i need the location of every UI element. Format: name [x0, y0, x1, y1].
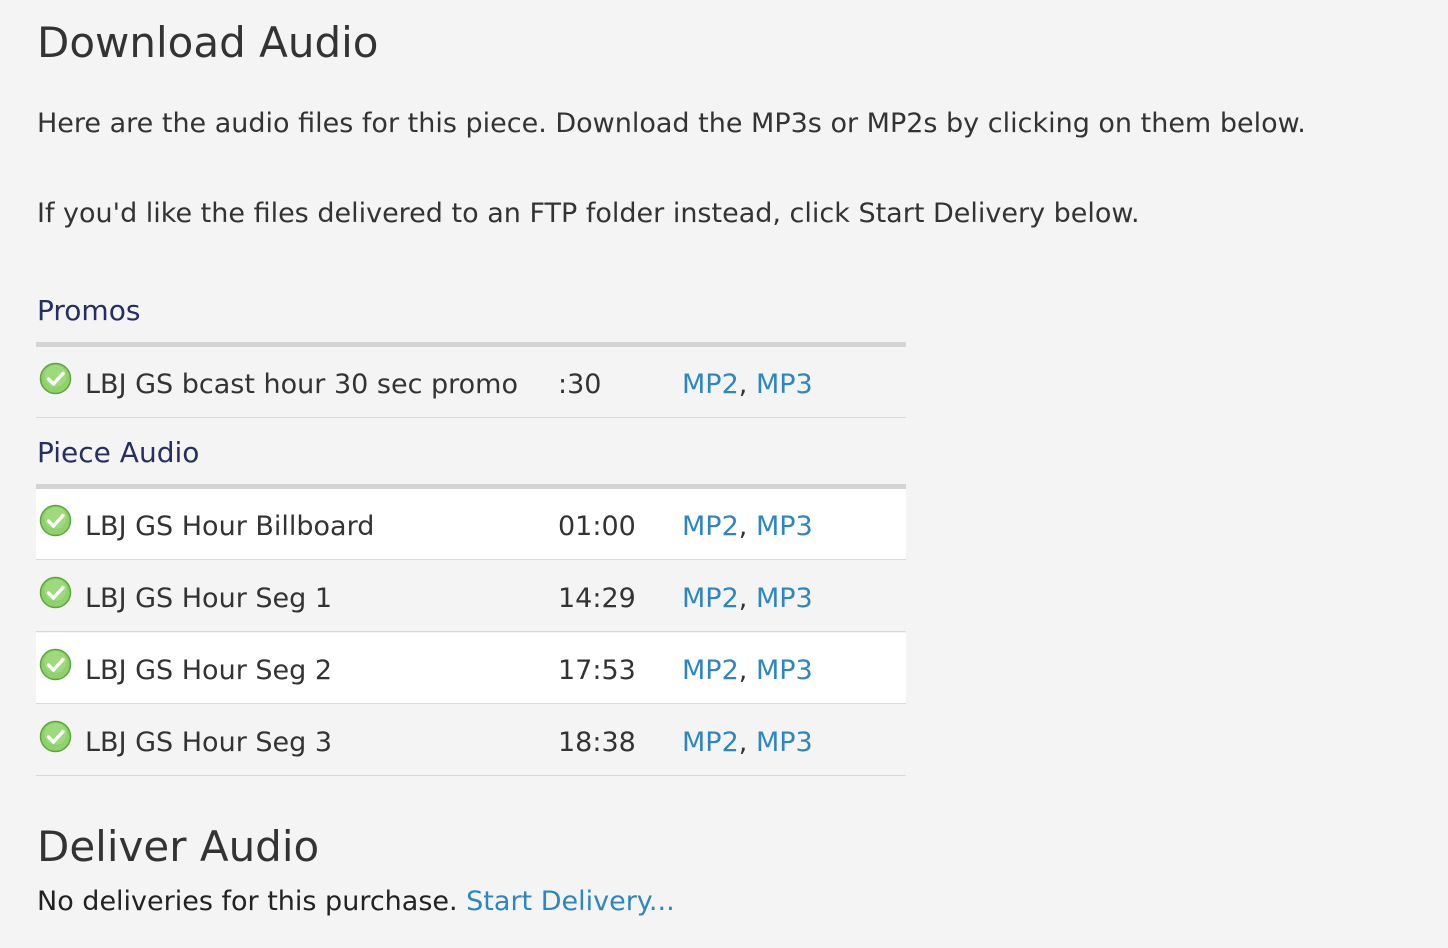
mp2-download-link[interactable]: MP2 [682, 727, 739, 758]
check-circle-icon [39, 648, 72, 681]
audio-row: LBJ GS Hour Seg 2 17:53 MP2, MP3 [36, 633, 906, 704]
audio-row: LBJ GS Hour Seg 3 18:38 MP2, MP3 [36, 705, 906, 776]
audio-row: LBJ GS Hour Seg 1 14:29 MP2, MP3 [36, 561, 906, 632]
section-label-piece-audio: Piece Audio [37, 436, 200, 469]
link-separator: , [738, 583, 756, 614]
mp3-download-link[interactable]: MP3 [756, 511, 813, 542]
download-links: MP2, MP3 [682, 729, 813, 756]
delivery-status: No deliveries for this purchase. Start D… [37, 888, 675, 915]
mp2-download-link[interactable]: MP2 [682, 655, 739, 686]
audio-name: LBJ GS Hour Seg 2 [85, 655, 333, 686]
link-separator: , [738, 655, 756, 686]
link-separator: , [738, 511, 756, 542]
audio-duration: 18:38 [558, 727, 636, 758]
mp3-download-link[interactable]: MP3 [756, 583, 813, 614]
link-separator: , [738, 369, 756, 400]
section-label-promos: Promos [37, 294, 141, 327]
check-circle-icon [39, 720, 72, 753]
mp2-download-link[interactable]: MP2 [682, 583, 739, 614]
mp3-download-link[interactable]: MP3 [756, 727, 813, 758]
intro-text-download: Here are the audio files for this piece.… [37, 108, 1306, 139]
check-circle-icon [39, 362, 72, 395]
download-links: MP2, MP3 [682, 585, 813, 612]
link-separator: , [738, 727, 756, 758]
download-links: MP2, MP3 [682, 513, 813, 540]
mp2-download-link[interactable]: MP2 [682, 511, 739, 542]
audio-duration: 17:53 [558, 655, 636, 686]
delivery-status-text: No deliveries for this purchase. [37, 886, 467, 917]
audio-row: LBJ GS Hour Billboard 01:00 MP2, MP3 [36, 489, 906, 560]
audio-duration: 01:00 [558, 511, 636, 542]
mp2-download-link[interactable]: MP2 [682, 369, 739, 400]
start-delivery-link[interactable]: Start Delivery... [466, 886, 675, 917]
audio-duration: :30 [558, 369, 602, 400]
download-audio-title: Download Audio [37, 18, 379, 67]
audio-row: LBJ GS bcast hour 30 sec promo :30 MP2, … [36, 347, 906, 418]
audio-name: LBJ GS Hour Seg 3 [85, 727, 333, 758]
mp3-download-link[interactable]: MP3 [756, 369, 813, 400]
audio-name: LBJ GS Hour Seg 1 [85, 583, 333, 614]
download-links: MP2, MP3 [682, 657, 813, 684]
intro-text-ftp: If you'd like the files delivered to an … [37, 198, 1140, 229]
audio-name: LBJ GS Hour Billboard [85, 511, 375, 542]
audio-duration: 14:29 [558, 583, 636, 614]
deliver-audio-title: Deliver Audio [37, 822, 320, 871]
download-links: MP2, MP3 [682, 371, 813, 398]
download-audio-page: Download Audio Here are the audio files … [0, 0, 1448, 948]
check-circle-icon [39, 504, 72, 537]
check-circle-icon [39, 576, 72, 609]
mp3-download-link[interactable]: MP3 [756, 655, 813, 686]
audio-name: LBJ GS bcast hour 30 sec promo [85, 369, 518, 400]
